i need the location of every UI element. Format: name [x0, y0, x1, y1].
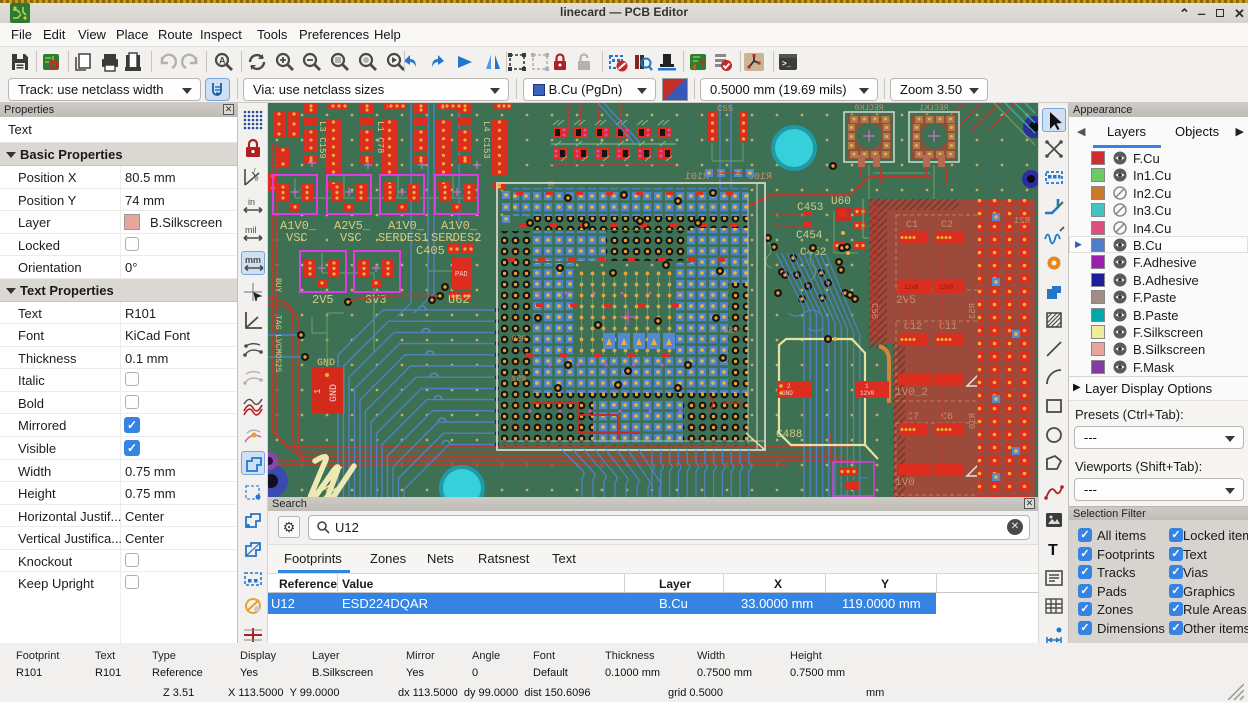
- svg-text:in: in: [248, 197, 255, 207]
- svg-text:2: 2: [787, 383, 791, 390]
- svg-text:C55: C55: [717, 104, 733, 114]
- svg-text:L1 C78: L1 C78: [375, 121, 385, 153]
- svg-text:2V5: 2V5: [312, 293, 334, 307]
- svg-text:R10: R10: [968, 413, 978, 429]
- svg-text:R53: R53: [968, 303, 978, 319]
- svg-text:BUY: BUY: [273, 278, 282, 293]
- svg-text:C405: C405: [416, 244, 445, 258]
- svg-text:T: T: [1048, 542, 1058, 559]
- svg-text:mil: mil: [245, 225, 257, 235]
- svg-text:R54: R54: [723, 327, 738, 336]
- svg-text:R50: R50: [511, 335, 526, 344]
- svg-text:RECLK0: RECLK0: [854, 104, 883, 113]
- svg-text:1V0: 1V0: [895, 477, 915, 489]
- svg-text:θ: θ: [255, 177, 259, 183]
- svg-text:R21: R21: [1014, 216, 1030, 226]
- svg-text:L3 C159: L3 C159: [317, 121, 327, 159]
- svg-text:SERDES2: SERDES2: [431, 231, 481, 245]
- svg-text:GND: GND: [782, 390, 793, 397]
- svg-text:1V0_2: 1V0_2: [895, 387, 928, 399]
- svg-text:2V5: 2V5: [896, 295, 916, 307]
- svg-text:RECLK1: RECLK1: [919, 104, 948, 113]
- svg-text:mm: mm: [245, 255, 261, 265]
- svg-text:C7: C7: [907, 412, 919, 423]
- svg-text:12V0: 12V0: [860, 390, 875, 397]
- svg-text:C2: C2: [941, 220, 953, 231]
- svg-text:GND: GND: [329, 384, 340, 402]
- svg-text:C56: C56: [869, 303, 879, 319]
- svg-text:12V0: 12V0: [904, 284, 919, 291]
- svg-text:VSC: VSC: [286, 231, 308, 245]
- svg-text:>_: >_: [782, 59, 792, 68]
- svg-text:C454: C454: [796, 230, 823, 242]
- svg-text:L4 C153: L4 C153: [481, 121, 491, 159]
- svg-text:R52: R52: [511, 375, 526, 384]
- svg-text:C1: C1: [906, 220, 918, 231]
- svg-text:C12: C12: [904, 322, 922, 333]
- svg-text:A: A: [219, 56, 226, 66]
- svg-text:3V3: 3V3: [365, 293, 387, 307]
- svg-text:VSC: VSC: [340, 231, 362, 245]
- svg-text:SERDES1: SERDES1: [378, 231, 428, 245]
- svg-text:U62: U62: [448, 293, 470, 307]
- svg-text:PAD: PAD: [455, 271, 468, 279]
- svg-text:TAG LVCMOS25: TAG LVCMOS25: [273, 315, 282, 373]
- svg-text:1: 1: [865, 383, 869, 390]
- svg-text:12V0: 12V0: [939, 284, 954, 291]
- svg-text:r: r: [254, 168, 256, 174]
- svg-text:1: 1: [313, 389, 323, 394]
- svg-text:C11: C11: [939, 322, 957, 333]
- svg-text:U60: U60: [831, 196, 851, 208]
